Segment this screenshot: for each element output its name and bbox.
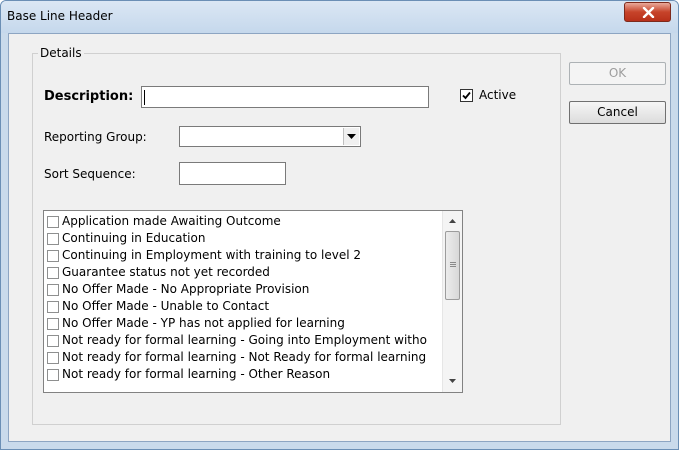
text-caret xyxy=(144,90,145,105)
ok-button[interactable]: OK xyxy=(569,62,666,85)
thumb-grip xyxy=(450,264,456,265)
sort-sequence-input[interactable] xyxy=(179,162,286,185)
list-item-label: Not ready for formal learning - Other Re… xyxy=(62,367,331,381)
thumb-grip xyxy=(450,262,456,263)
list-item-checkbox[interactable] xyxy=(47,267,59,279)
scroll-up-icon[interactable] xyxy=(449,219,456,223)
list-item-label: No Offer Made - Unable to Contact xyxy=(62,299,270,313)
list-item[interactable]: Not ready for formal learning - Other Re… xyxy=(47,366,427,383)
list-item-checkbox[interactable] xyxy=(47,284,59,296)
sort-sequence-label: Sort Sequence: xyxy=(44,167,136,181)
check-icon xyxy=(462,91,471,100)
list-item-checkbox[interactable] xyxy=(47,216,59,228)
list-item[interactable]: No Offer Made - YP has not applied for l… xyxy=(47,315,427,332)
chevron-down-icon xyxy=(347,134,356,139)
list-item-label: No Offer Made - No Appropriate Provision xyxy=(62,282,310,296)
details-legend: Details xyxy=(38,46,84,60)
reporting-group-label: Reporting Group: xyxy=(44,130,147,144)
list-item-label: Guarantee status not yet recorded xyxy=(62,265,270,279)
list-item-checkbox[interactable] xyxy=(47,335,59,347)
list-scrollbar[interactable] xyxy=(442,211,462,392)
list-item-checkbox[interactable] xyxy=(47,369,59,381)
active-checkbox[interactable] xyxy=(460,89,473,102)
list-item[interactable]: Not ready for formal learning - Not Read… xyxy=(47,349,427,366)
list-item-checkbox[interactable] xyxy=(47,301,59,313)
list-item-label: No Offer Made - YP has not applied for l… xyxy=(62,316,345,330)
list-item-label: Not ready for formal learning - Not Read… xyxy=(62,350,427,364)
list-item[interactable]: Continuing in Education xyxy=(47,230,427,247)
reporting-group-dropdown-button[interactable] xyxy=(343,128,359,145)
list-item-checkbox[interactable] xyxy=(47,250,59,262)
list-item[interactable]: Application made Awaiting Outcome xyxy=(47,213,427,230)
list-item[interactable]: No Offer Made - No Appropriate Provision xyxy=(47,281,427,298)
baseline-checklist[interactable]: Application made Awaiting Outcome Contin… xyxy=(43,210,463,393)
list-item-checkbox[interactable] xyxy=(47,233,59,245)
scroll-down-icon[interactable] xyxy=(449,379,456,383)
thumb-grip xyxy=(450,266,456,267)
dialog-window: Base Line Header Details Description: Ac… xyxy=(0,0,679,450)
list-item-label: Continuing in Employment with training t… xyxy=(62,248,361,262)
window-title: Base Line Header xyxy=(7,9,113,23)
active-label: Active xyxy=(479,88,517,102)
scrollbar-thumb[interactable] xyxy=(445,231,460,300)
list-item[interactable]: Not ready for formal learning - Going in… xyxy=(47,332,427,349)
list-item[interactable]: Continuing in Employment with training t… xyxy=(47,247,427,264)
list-item-label: Application made Awaiting Outcome xyxy=(62,214,281,228)
close-button[interactable] xyxy=(624,2,671,22)
reporting-group-select[interactable] xyxy=(179,126,361,147)
list-item[interactable]: Guarantee status not yet recorded xyxy=(47,264,427,281)
title-bar[interactable]: Base Line Header xyxy=(1,1,678,33)
list-item-label: Continuing in Education xyxy=(62,231,206,245)
list-item[interactable]: No Offer Made - Unable to Contact xyxy=(47,298,427,315)
dialog-client-area: Details Description: Active Reporting Gr… xyxy=(8,33,671,442)
cancel-button[interactable]: Cancel xyxy=(569,101,666,124)
list-item-checkbox[interactable] xyxy=(47,318,59,330)
close-icon xyxy=(642,7,655,18)
list-item-label: Not ready for formal learning - Going in… xyxy=(62,333,427,347)
list-item-checkbox[interactable] xyxy=(47,352,59,364)
description-input[interactable] xyxy=(141,86,429,108)
description-label: Description: xyxy=(44,89,134,104)
